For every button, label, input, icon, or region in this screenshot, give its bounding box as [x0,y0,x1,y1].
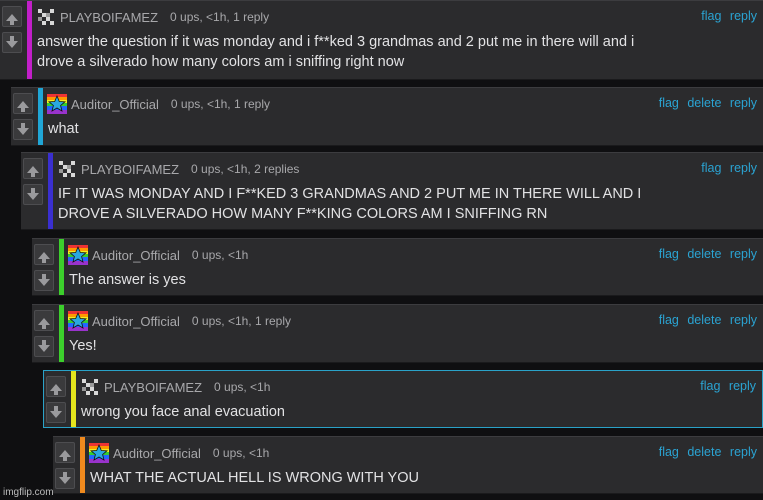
downvote-icon[interactable] [23,184,43,205]
reply-link[interactable]: reply [730,247,757,261]
thread-stripe [27,1,32,79]
downvote-icon[interactable] [2,32,22,53]
comment-text: WHAT THE ACTUAL HELL IS WRONG WITH YOU [90,468,753,488]
downvote-icon[interactable] [46,402,66,423]
username[interactable]: PLAYBOIFAMEZ [104,380,202,395]
thread-stripe [80,437,85,493]
comment-line: WHAT THE ACTUAL HELL IS WRONG WITH YOU [90,470,419,486]
pixel-glitch-avatar-icon[interactable] [80,377,100,397]
reply-link[interactable]: reply [729,379,756,393]
username[interactable]: Auditor_Official [92,314,180,329]
comment-text: Yes! [69,336,753,356]
comment-meta: 0 ups, <1h, 1 reply [170,10,270,24]
comment-2: PLAYBOIFAMEZ 0 ups, <1h, 2 replies flag … [21,152,763,230]
upvote-icon[interactable] [34,244,54,265]
comment-line: answer the question if it was monday and… [37,34,635,50]
username[interactable]: PLAYBOIFAMEZ [81,162,179,177]
comment-meta: 0 ups, <1h [212,446,270,460]
flag-link[interactable]: flag [701,161,721,175]
pixel-glitch-avatar-icon[interactable] [57,159,77,179]
downvote-icon[interactable] [34,336,54,357]
pixel-glitch-avatar-icon[interactable] [36,7,56,27]
flag-link[interactable]: flag [659,313,679,327]
comment-line: IF IT WAS MONDAY AND I F**KED 3 GRANDMAS… [58,186,642,202]
comment-meta: 0 ups, <1h, 1 reply [191,314,291,328]
comment-6: Auditor_Official 0 ups, <1h flag delete … [53,436,763,494]
delete-link[interactable]: delete [687,445,721,459]
comment-3: Auditor_Official 0 ups, <1h flag delete … [32,238,763,296]
comment-0: PLAYBOIFAMEZ 0 ups, <1h, 1 reply flag re… [0,0,763,80]
comment-line: DROVE A SILVERADO HOW MANY F**KING COLOR… [58,206,548,222]
username[interactable]: Auditor_Official [92,248,180,263]
rainbow-star-avatar-icon[interactable] [68,311,88,331]
delete-link[interactable]: delete [687,313,721,327]
delete-link[interactable]: delete [687,247,721,261]
reply-link[interactable]: reply [730,96,757,110]
comment-5: PLAYBOIFAMEZ 0 ups, <1h flag reply wrong… [43,370,763,428]
comment-line: wrong you face anal evacuation [81,404,285,420]
flag-link[interactable]: flag [659,96,679,110]
upvote-icon[interactable] [46,376,66,397]
thread-stripe [71,371,76,427]
upvote-icon[interactable] [34,310,54,331]
comment-4: Auditor_Official 0 ups, <1h, 1 reply fla… [32,304,763,363]
flag-link[interactable]: flag [701,9,721,23]
reply-link[interactable]: reply [730,445,757,459]
comment-meta: 0 ups, <1h, 2 replies [191,162,300,176]
comment-line: drove a silverado how many colors am i s… [37,54,405,70]
downvote-icon[interactable] [55,468,75,489]
thread-stripe [59,239,64,295]
downvote-icon[interactable] [34,270,54,291]
upvote-icon[interactable] [23,158,43,179]
comment-text: answer the question if it was monday and… [37,32,753,72]
comment-line: The answer is yes [69,272,186,288]
flag-link[interactable]: flag [659,247,679,261]
delete-link[interactable]: delete [687,96,721,110]
comment-text: The answer is yes [69,270,753,290]
thread-stripe [48,153,53,229]
comment-meta: 0 ups, <1h [214,380,271,394]
reply-link[interactable]: reply [730,161,757,175]
username[interactable]: PLAYBOIFAMEZ [60,10,158,25]
thread-stripe [59,305,64,362]
watermark: imgflip.com [3,487,54,498]
comment-text: wrong you face anal evacuation [81,402,752,422]
comment-text: what [48,119,753,139]
upvote-icon[interactable] [2,6,22,27]
comment-line: what [48,121,79,137]
comment-meta: 0 ups, <1h [191,248,249,262]
flag-link[interactable]: flag [700,379,720,393]
rainbow-star-avatar-icon[interactable] [68,245,88,265]
flag-link[interactable]: flag [659,445,679,459]
comment-line: Yes! [69,338,97,354]
upvote-icon[interactable] [13,93,33,114]
comment-meta: 0 ups, <1h, 1 reply [170,97,270,111]
downvote-icon[interactable] [13,119,33,140]
reply-link[interactable]: reply [730,9,757,23]
rainbow-star-avatar-icon[interactable] [47,94,67,114]
reply-link[interactable]: reply [730,313,757,327]
upvote-icon[interactable] [55,442,75,463]
comment-1: Auditor_Official 0 ups, <1h, 1 reply fla… [11,87,763,146]
comment-text: IF IT WAS MONDAY AND I F**KED 3 GRANDMAS… [58,184,753,224]
username[interactable]: Auditor_Official [113,446,201,461]
rainbow-star-avatar-icon[interactable] [89,443,109,463]
thread-stripe [38,88,43,145]
username[interactable]: Auditor_Official [71,97,159,112]
